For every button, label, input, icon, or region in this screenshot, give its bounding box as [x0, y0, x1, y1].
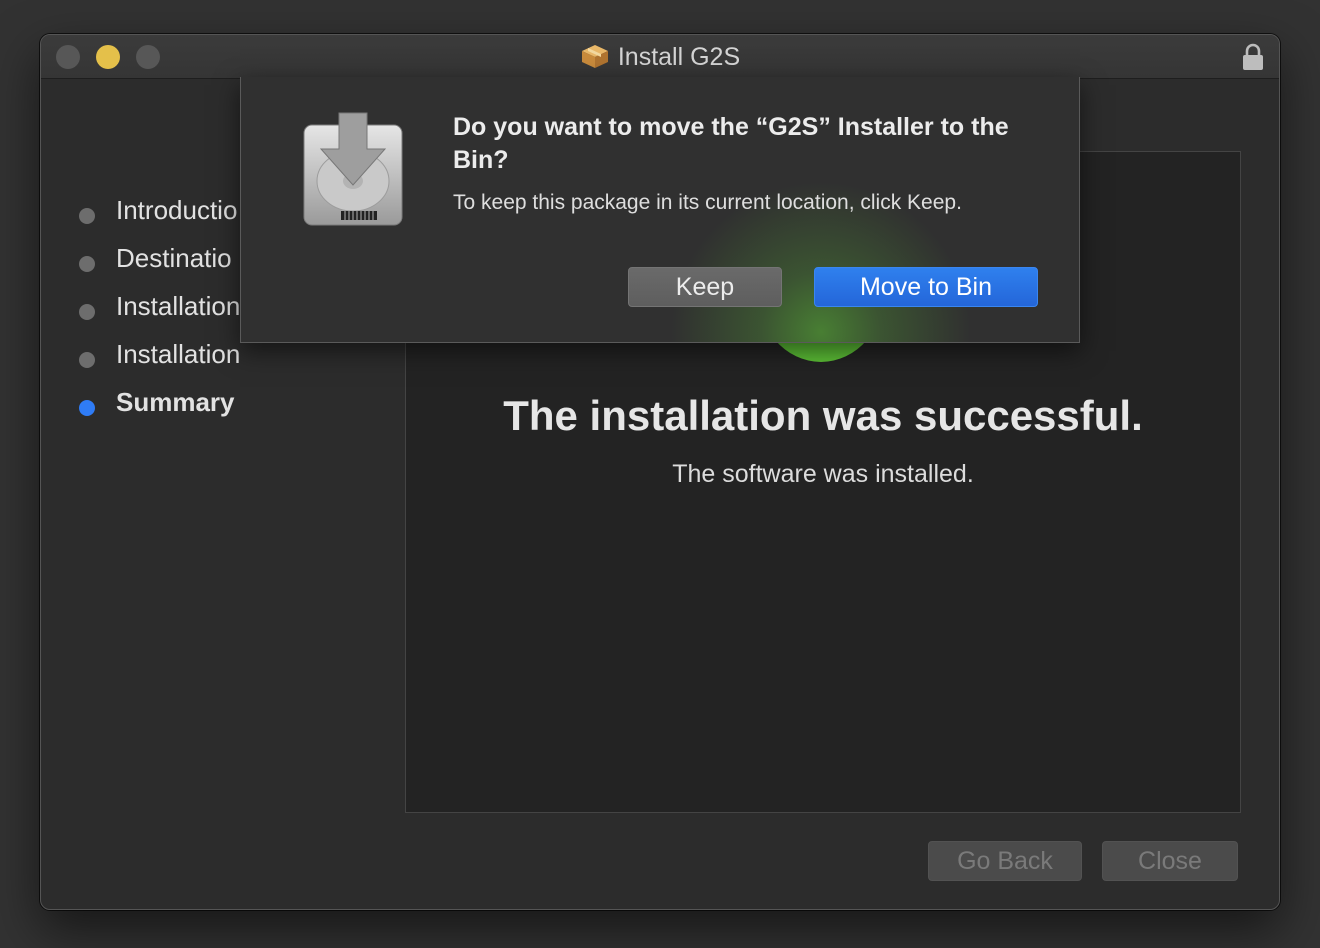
sidebar-item-summary: Summary: [79, 387, 399, 435]
success-subtitle: The software was installed.: [672, 460, 974, 488]
sidebar-item-installation: Installation: [79, 339, 399, 387]
dialog-message: To keep this package in its current loca…: [453, 191, 962, 214]
dialog-title: Do you want to move the “G2S” Installer …: [453, 113, 1009, 174]
window-title: Install G2S: [41, 43, 1279, 76]
lock-icon[interactable]: [1241, 43, 1265, 76]
sidebar-item-label: Installation: [116, 291, 241, 321]
move-to-bin-dialog: Do you want to move the “G2S” Installer …: [240, 77, 1080, 343]
go-back-button[interactable]: Go Back: [928, 841, 1082, 881]
package-icon: [580, 43, 610, 76]
step-dot-active: [79, 400, 95, 416]
step-dot: [79, 256, 95, 272]
sidebar-item-label: Summary: [116, 387, 235, 417]
sidebar-item-label: Destinatio: [116, 243, 232, 273]
step-dot: [79, 304, 95, 320]
sidebar-item-label: Installation: [116, 339, 241, 369]
installer-disk-icon: [301, 111, 405, 236]
window-title-text: Install G2S: [617, 43, 741, 71]
success-title: The installation was successful.: [503, 392, 1143, 439]
step-dot: [79, 208, 95, 224]
step-dot: [79, 352, 95, 368]
close-button[interactable]: Close: [1102, 841, 1238, 881]
keep-button[interactable]: Keep: [628, 267, 782, 307]
move-to-bin-button[interactable]: Move to Bin: [814, 267, 1038, 307]
title-bar[interactable]: Install G2S: [41, 35, 1279, 79]
sidebar-item-label: Introductio: [116, 195, 238, 225]
